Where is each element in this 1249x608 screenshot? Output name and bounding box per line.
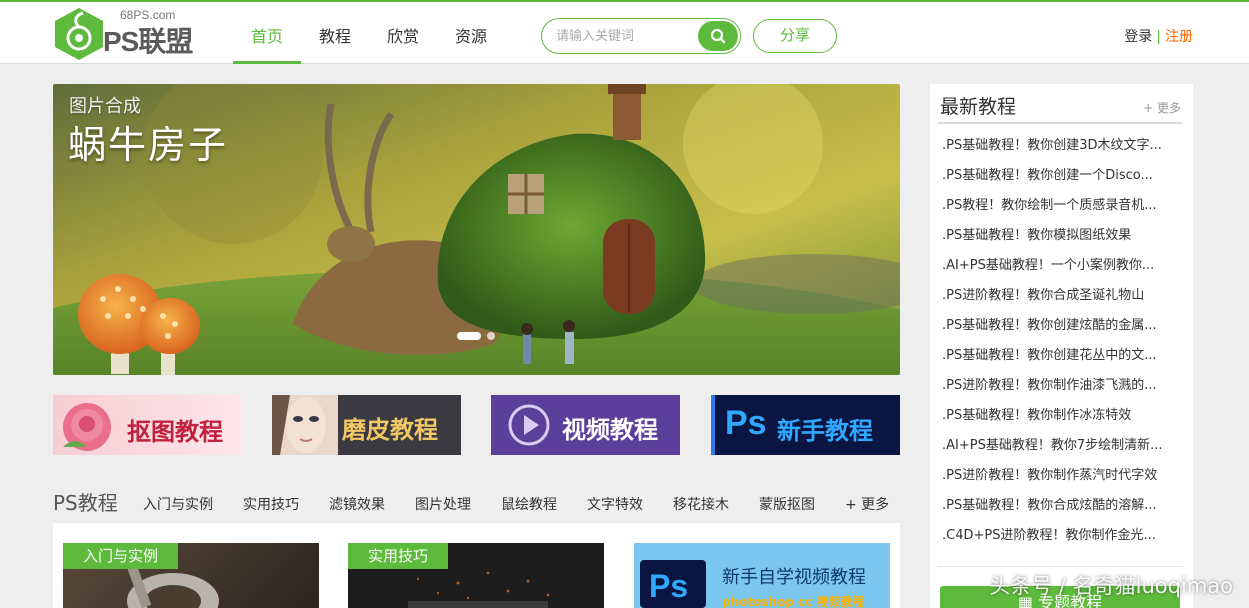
category-skin-smoothing[interactable]: 磨皮教程	[272, 395, 461, 455]
ps-section-header: PS教程 入门与实例 实用技巧 滤镜效果 图片处理 鼠绘教程 文字特效 移花接木…	[53, 485, 903, 517]
sidebar-item[interactable]: .PS进阶教程！教你制作蒸汽时代字效	[942, 461, 1186, 491]
ps-card-tips[interactable]: 实用技巧	[348, 543, 604, 608]
sidebar-item[interactable]: .AI+PS基础教程！教你7步绘制清新...	[942, 431, 1186, 461]
ps-card-intro[interactable]: 入门与实例	[63, 543, 319, 608]
category-video-label: 视频教程	[562, 416, 658, 444]
ps-tab-masking[interactable]: 蒙版抠图	[759, 494, 815, 514]
ps-section-tabs: 入门与实例 实用技巧 滤镜效果 图片处理 鼠绘教程 文字特效 移花接木 蒙版抠图	[143, 494, 845, 514]
sidebar-item[interactable]: .C4D+PS进阶教程！教你制作金光...	[942, 521, 1186, 551]
sidebar-title-divider	[938, 122, 1183, 124]
ps-cards-panel: 入门与实例 实用技巧 Ps 新手自学视频教程 photoshop cc 视频教程	[53, 523, 900, 608]
site-header: 68PS.com PS联盟 首页 教程 欣赏 资源 分享 登录|注册	[0, 0, 1249, 64]
ps-tab-mouse-drawing[interactable]: 鼠绘教程	[501, 494, 557, 514]
search-button[interactable]	[698, 21, 738, 51]
login-link[interactable]: 登录	[1124, 29, 1152, 45]
site-logo[interactable]: 68PS.com PS联盟	[53, 7, 193, 63]
nav-gallery[interactable]: 欣赏	[369, 2, 437, 64]
category-beginner[interactable]: Ps 新手教程	[711, 395, 900, 455]
logo-emblem-icon	[55, 8, 103, 60]
rose-image	[63, 403, 111, 451]
slider-dots	[457, 332, 495, 340]
ps-logo-icon: Ps	[725, 404, 767, 442]
main-nav: 首页 教程 欣赏 资源	[233, 2, 505, 64]
search-icon	[710, 28, 726, 44]
sidebar-item[interactable]: .PS进阶教程！教你制作油漆飞溅的...	[942, 371, 1186, 401]
sidebar-item[interactable]: .PS基础教程！教你模拟图纸效果	[942, 221, 1186, 251]
auth-separator: |	[1156, 29, 1161, 45]
sidebar-item[interactable]: .PS基础教程！教你创建一个Disco...	[942, 161, 1186, 191]
sidebar-item[interactable]: .PS基础教程！教你创建炫酷的金属...	[942, 311, 1186, 341]
ps-card-video-subtitle: photoshop cc 视频教程	[722, 595, 865, 608]
ps-card-intro-tag: 入门与实例	[63, 543, 179, 569]
ps-more-link[interactable]: + 更多	[845, 494, 889, 514]
face-image	[272, 395, 338, 455]
sidebar-item[interactable]: .PS基础教程！教你创建3D木纹文字...	[942, 131, 1186, 161]
sidebar-item[interactable]: .AI+PS基础教程！一个小案例教你...	[942, 251, 1186, 281]
slider-dot-2[interactable]	[487, 332, 495, 340]
nav-resources[interactable]: 资源	[437, 2, 505, 64]
nav-home[interactable]: 首页	[233, 2, 302, 64]
category-cutout[interactable]: 抠图教程	[53, 395, 242, 455]
sidebar-bottom-divider	[938, 566, 1183, 567]
ps-section-title: PS教程	[53, 491, 118, 515]
sidebar-list: .PS基础教程！教你创建3D木纹文字... .PS基础教程！教你创建一个Disc…	[942, 131, 1186, 551]
ps-tab-filters[interactable]: 滤镜效果	[329, 494, 385, 514]
sidebar-title: 最新教程	[940, 96, 1017, 118]
ps-tab-photo[interactable]: 图片处理	[415, 494, 471, 514]
search-input[interactable]	[556, 26, 696, 46]
ps-tab-text-effects[interactable]: 文字特效	[587, 494, 643, 514]
latest-tutorials-sidebar: 最新教程 + 更多 .PS基础教程！教你创建3D木纹文字... .PS基础教程！…	[930, 84, 1193, 608]
hero-banner[interactable]: 图片合成 蜗牛房子	[53, 84, 900, 375]
ps-logo-icon: Ps	[649, 568, 689, 604]
share-button[interactable]: 分享	[753, 19, 837, 53]
slider-dot-1[interactable]	[457, 332, 481, 340]
ps-tab-tips[interactable]: 实用技巧	[243, 494, 299, 514]
card-ps-badge: Ps	[640, 560, 706, 608]
play-icon	[508, 404, 550, 446]
banner-title: 蜗牛房子	[68, 123, 229, 167]
category-video[interactable]: 视频教程	[491, 395, 680, 455]
ps-card-video-title: 新手自学视频教程	[722, 567, 866, 588]
ps-tab-compositing[interactable]: 移花接木	[673, 494, 729, 514]
nav-tutorials[interactable]: 教程	[301, 2, 369, 64]
search-box	[541, 18, 741, 54]
ps-card-video-course[interactable]: Ps 新手自学视频教程 photoshop cc 视频教程	[634, 543, 890, 608]
auth-links: 登录 | 注册	[1124, 26, 1193, 46]
sidebar-more-link[interactable]: + 更多	[1143, 99, 1181, 116]
category-cutout-label: 抠图教程	[127, 418, 223, 446]
ps-card-tips-tag: 实用技巧	[348, 543, 449, 569]
category-skin-smoothing-label: 磨皮教程	[342, 416, 438, 444]
sidebar-item[interactable]: .PS教程！教你绘制一个质感录音机...	[942, 191, 1186, 221]
category-beginner-label: 新手教程	[777, 417, 873, 445]
register-link[interactable]: 注册	[1165, 29, 1193, 45]
ps-tab-intro[interactable]: 入门与实例	[143, 494, 213, 514]
sidebar-item[interactable]: .PS基础教程！教你创建花丛中的文...	[942, 341, 1186, 371]
watermark: 头条号 / 名奇猫luoqimao	[989, 574, 1233, 598]
sidebar-item[interactable]: .PS进阶教程！教你合成圣诞礼物山	[942, 281, 1186, 311]
category-beginner-accent	[711, 395, 715, 455]
logo-wordmark: PS联盟	[103, 26, 193, 57]
sidebar-item[interactable]: .PS基础教程！教你合成炫酷的溶解...	[942, 491, 1186, 521]
sidebar-item[interactable]: .PS基础教程！教你制作冰冻特效	[942, 401, 1186, 431]
